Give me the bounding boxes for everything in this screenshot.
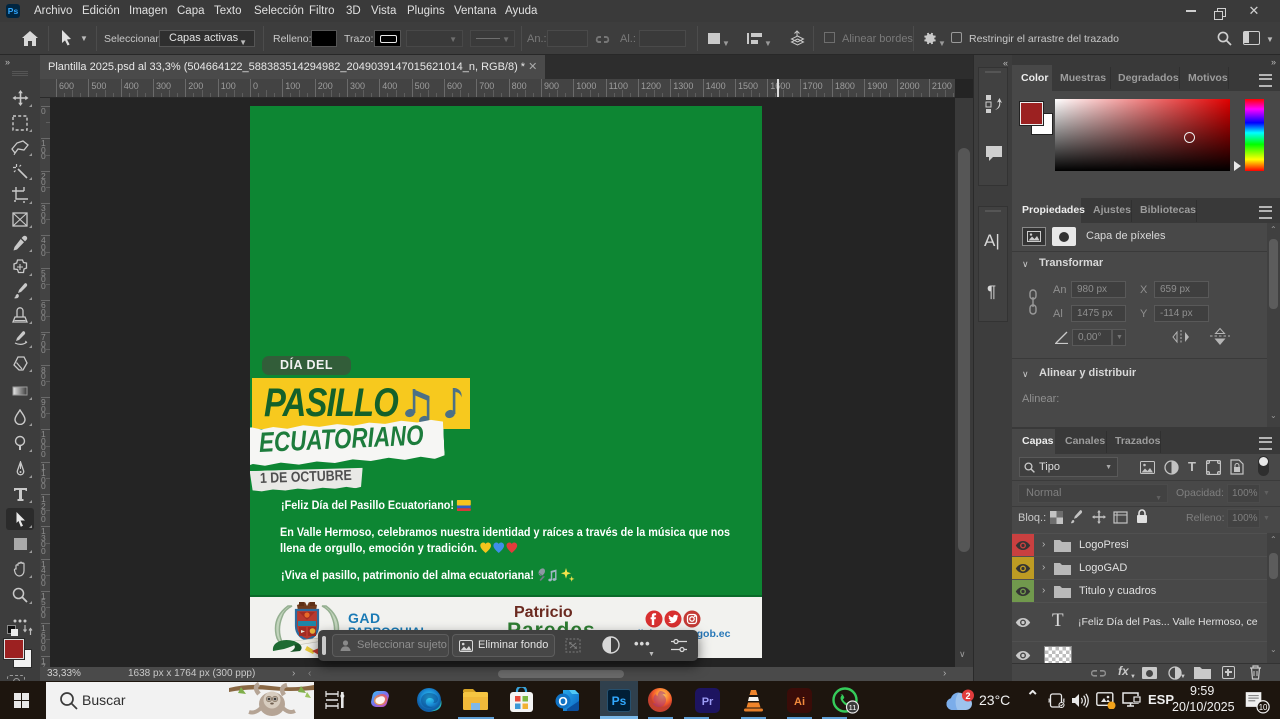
svg-text:10: 10 xyxy=(1259,703,1268,712)
svg-text:O: O xyxy=(558,694,567,708)
svg-text:11: 11 xyxy=(848,703,856,712)
svg-text:Pr: Pr xyxy=(701,696,713,708)
svg-text:Ai: Ai xyxy=(794,696,805,708)
svg-text:2: 2 xyxy=(965,691,970,701)
